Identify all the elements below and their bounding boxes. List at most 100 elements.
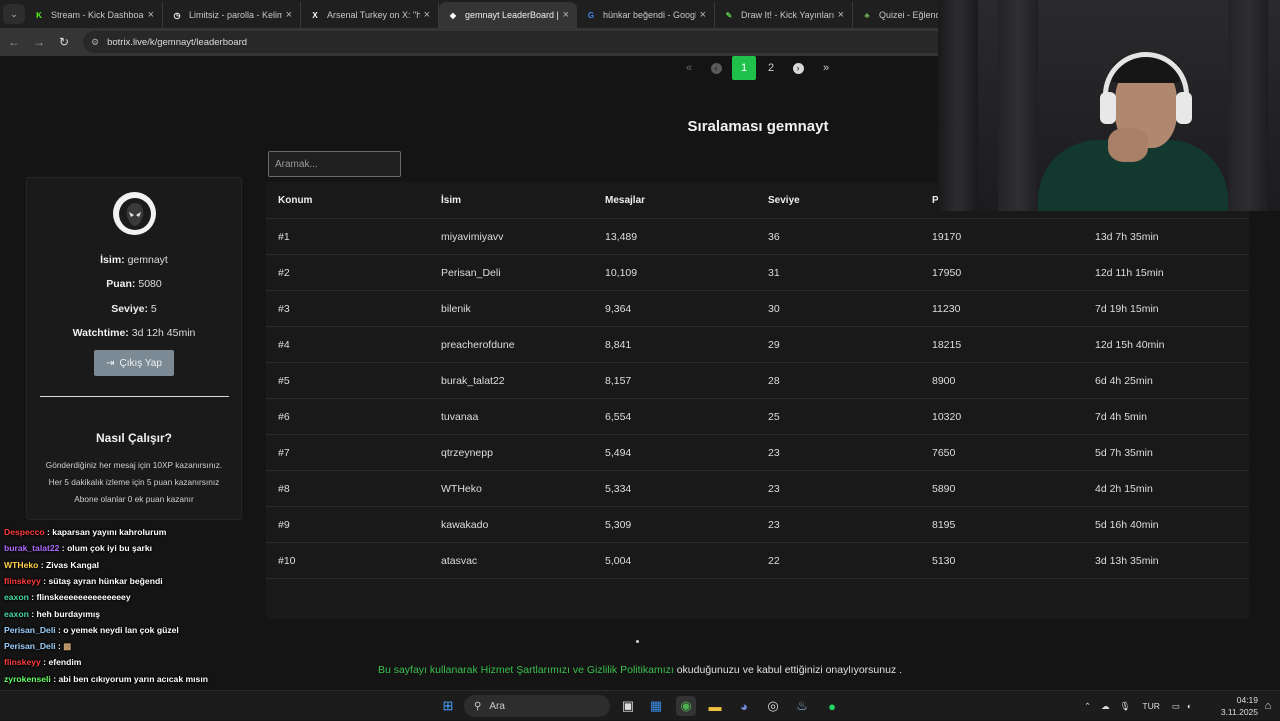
chat-text: efendim: [48, 657, 82, 668]
chat-text: flinskeeeeeeeeeeeeeey: [36, 592, 131, 603]
stream-chat-overlay: Despecco : kaparsan yayını kahrolurum bur…: [4, 518, 264, 718]
site-info-icon[interactable]: ⚙: [91, 37, 99, 48]
network-icon[interactable]: ▭: [1172, 701, 1180, 712]
column-header-level[interactable]: Seviye: [768, 182, 800, 218]
browser-tab[interactable]: ◆ gemnayt LeaderBoard | Ti ×: [439, 2, 577, 28]
cell-watchtime: 3d 13h 35min: [1095, 554, 1159, 567]
cell-name: preacherofdune: [441, 338, 515, 351]
close-tab-icon[interactable]: ×: [563, 9, 569, 21]
tab-label: gemnayt LeaderBoard | Ti: [465, 10, 559, 20]
chat-username: flinskeyy: [4, 575, 41, 586]
watchtime-value: 3d 12h 45min: [131, 327, 196, 339]
windows-start-icon[interactable]: ⊞: [438, 696, 458, 716]
cell-level: 25: [768, 410, 780, 423]
page-2-button[interactable]: 2: [759, 56, 783, 80]
language-indicator[interactable]: TUR: [1142, 701, 1159, 711]
browser-tab[interactable]: K Stream - Kick Dashboard ×: [25, 2, 163, 28]
chat-message: eaxon : heh burdayımış: [4, 609, 100, 619]
steam-icon[interactable]: ♨: [792, 696, 812, 716]
cell-level: 29: [768, 338, 780, 351]
chrome-icon[interactable]: ◉: [676, 696, 696, 716]
prev-page-button[interactable]: ‹: [704, 56, 728, 80]
table-row[interactable]: #10 atasvac 5,004 22 5130 3d 13h 35min: [266, 543, 1249, 579]
browser-tab[interactable]: ◷ Limitsiz - parolla - Kelime ×: [163, 2, 301, 28]
notifications-icon[interactable]: ⌂: [1258, 696, 1278, 716]
obs-icon[interactable]: ◎: [763, 696, 783, 716]
last-page-button[interactable]: »: [814, 56, 838, 80]
store-icon[interactable]: ▦: [646, 696, 666, 716]
profile-points: Puan: 5080: [27, 278, 241, 290]
cell-points: 7650: [932, 446, 956, 459]
close-tab-icon[interactable]: ×: [838, 9, 844, 21]
microphone-icon[interactable]: 🎙: [1120, 701, 1131, 712]
volume-icon[interactable]: ◖: [1186, 701, 1191, 711]
browser-tab[interactable]: ✎ Draw It! - Kick Yayınları İç ×: [715, 2, 853, 28]
cell-rank: #5: [278, 374, 290, 387]
page-1-button[interactable]: 1: [732, 56, 756, 80]
column-header-name[interactable]: İsim: [441, 182, 461, 218]
cell-messages: 8,157: [605, 374, 632, 387]
table-row[interactable]: #5 burak_talat22 8,157 28 8900 6d 4h 25min: [266, 363, 1249, 399]
taskbar-search-label: Ara: [489, 700, 505, 712]
next-page-button[interactable]: ›: [786, 56, 810, 80]
name-value: gemnayt: [127, 254, 168, 266]
chevron-up-icon[interactable]: ⌃: [1084, 701, 1091, 712]
chat-message: WTHeko : Zivas Kangal: [4, 560, 99, 570]
table-row[interactable]: #7 qtrzeynepp 5,494 23 7650 5d 7h 35min: [266, 435, 1249, 471]
cell-rank: #4: [278, 338, 290, 351]
cell-points: 10320: [932, 410, 962, 423]
forward-button[interactable]: →: [28, 35, 50, 49]
file-explorer-icon[interactable]: ▬: [705, 696, 725, 716]
table-row[interactable]: #4 preacherofdune 8,841 29 18215 12d 15h 40mi…: [266, 327, 1249, 363]
taskbar-clock[interactable]: 04:19 3.11.2025: [1218, 694, 1258, 718]
task-view-icon[interactable]: ▣: [618, 696, 638, 716]
cell-messages: 5,309: [605, 518, 632, 531]
cell-watchtime: 12d 15h 40min: [1095, 338, 1165, 351]
cloud-icon[interactable]: ☁: [1101, 701, 1110, 712]
back-button[interactable]: ←: [3, 35, 25, 49]
close-tab-icon[interactable]: ×: [148, 9, 154, 21]
table-row[interactable]: #9 kawakado 5,309 23 8195 5d 16h 40min: [266, 507, 1249, 543]
table-row[interactable]: #2 Perisan_Deli 10,109 31 17950 12d 11h 15min: [266, 255, 1249, 291]
sign-out-icon: ⇥: [106, 357, 115, 369]
chat-username: burak_talat22: [4, 543, 60, 554]
cell-messages: 5,334: [605, 482, 632, 495]
column-header-messages[interactable]: Mesajlar: [605, 182, 645, 218]
clock-date: 3.11.2025: [1220, 707, 1258, 717]
close-tab-icon[interactable]: ×: [700, 9, 706, 21]
curtain: [1228, 0, 1268, 211]
search-input[interactable]: [268, 151, 401, 177]
browser-tab[interactable]: Ghünkar beğendi - Google ×: [577, 2, 715, 28]
chat-username: Perisan_Deli: [4, 624, 56, 635]
tab-search-button[interactable]: ⌄: [3, 4, 25, 24]
chat-text: heh burdayımış: [36, 608, 100, 619]
taskbar-search[interactable]: ⚲ Ara: [464, 695, 610, 717]
cell-watchtime: 5d 7h 35min: [1095, 446, 1153, 459]
close-tab-icon[interactable]: ×: [424, 9, 430, 21]
discord-icon[interactable]: ◕: [734, 696, 754, 716]
reload-button[interactable]: ↻: [53, 35, 75, 49]
chat-message: eaxon : flinskeeeeeeeeeeeeeey: [4, 592, 131, 602]
tab-label: Draw It! - Kick Yayınları İç: [741, 10, 834, 20]
profile-level: Seviye: 5: [27, 303, 241, 315]
logout-button[interactable]: ⇥ Çıkış Yap: [94, 350, 174, 376]
table-row[interactable]: #1 miyavimiyavv 13,489 36 19170 13d 7h 35min: [266, 219, 1249, 255]
chat-text: olum çok iyi bu şarkı: [67, 543, 153, 554]
cell-rank: #2: [278, 266, 290, 279]
chat-separator: :: [59, 543, 68, 554]
table-row[interactable]: #6 tuvanaa 6,554 25 10320 7d 4h 5min: [266, 399, 1249, 435]
cell-level: 22: [768, 554, 780, 567]
spotify-icon[interactable]: ●: [822, 696, 842, 716]
table-row[interactable]: #3 bilenik 9,364 30 11230 7d 19h 15min: [266, 291, 1249, 327]
close-tab-icon[interactable]: ×: [286, 9, 292, 21]
chat-message: Perisan_Deli : ▩: [4, 641, 71, 652]
system-tray: ⌃ ☁ 🎙 TUR ▭ ◖: [1084, 691, 1191, 721]
table-row[interactable]: #8 WTHeko 5,334 23 5890 4d 2h 15min: [266, 471, 1249, 507]
terms-privacy-link[interactable]: Bu sayfayı kullanarak Hizmet Şartlarımız…: [378, 664, 674, 676]
first-page-button[interactable]: «: [677, 56, 701, 80]
person-hand: [1108, 128, 1148, 162]
google-icon: G: [587, 10, 595, 20]
cell-messages: 8,841: [605, 338, 632, 351]
column-header-rank[interactable]: Konum: [278, 182, 312, 218]
browser-tab[interactable]: X Arsenal Turkey on X: "http ×: [301, 2, 439, 28]
